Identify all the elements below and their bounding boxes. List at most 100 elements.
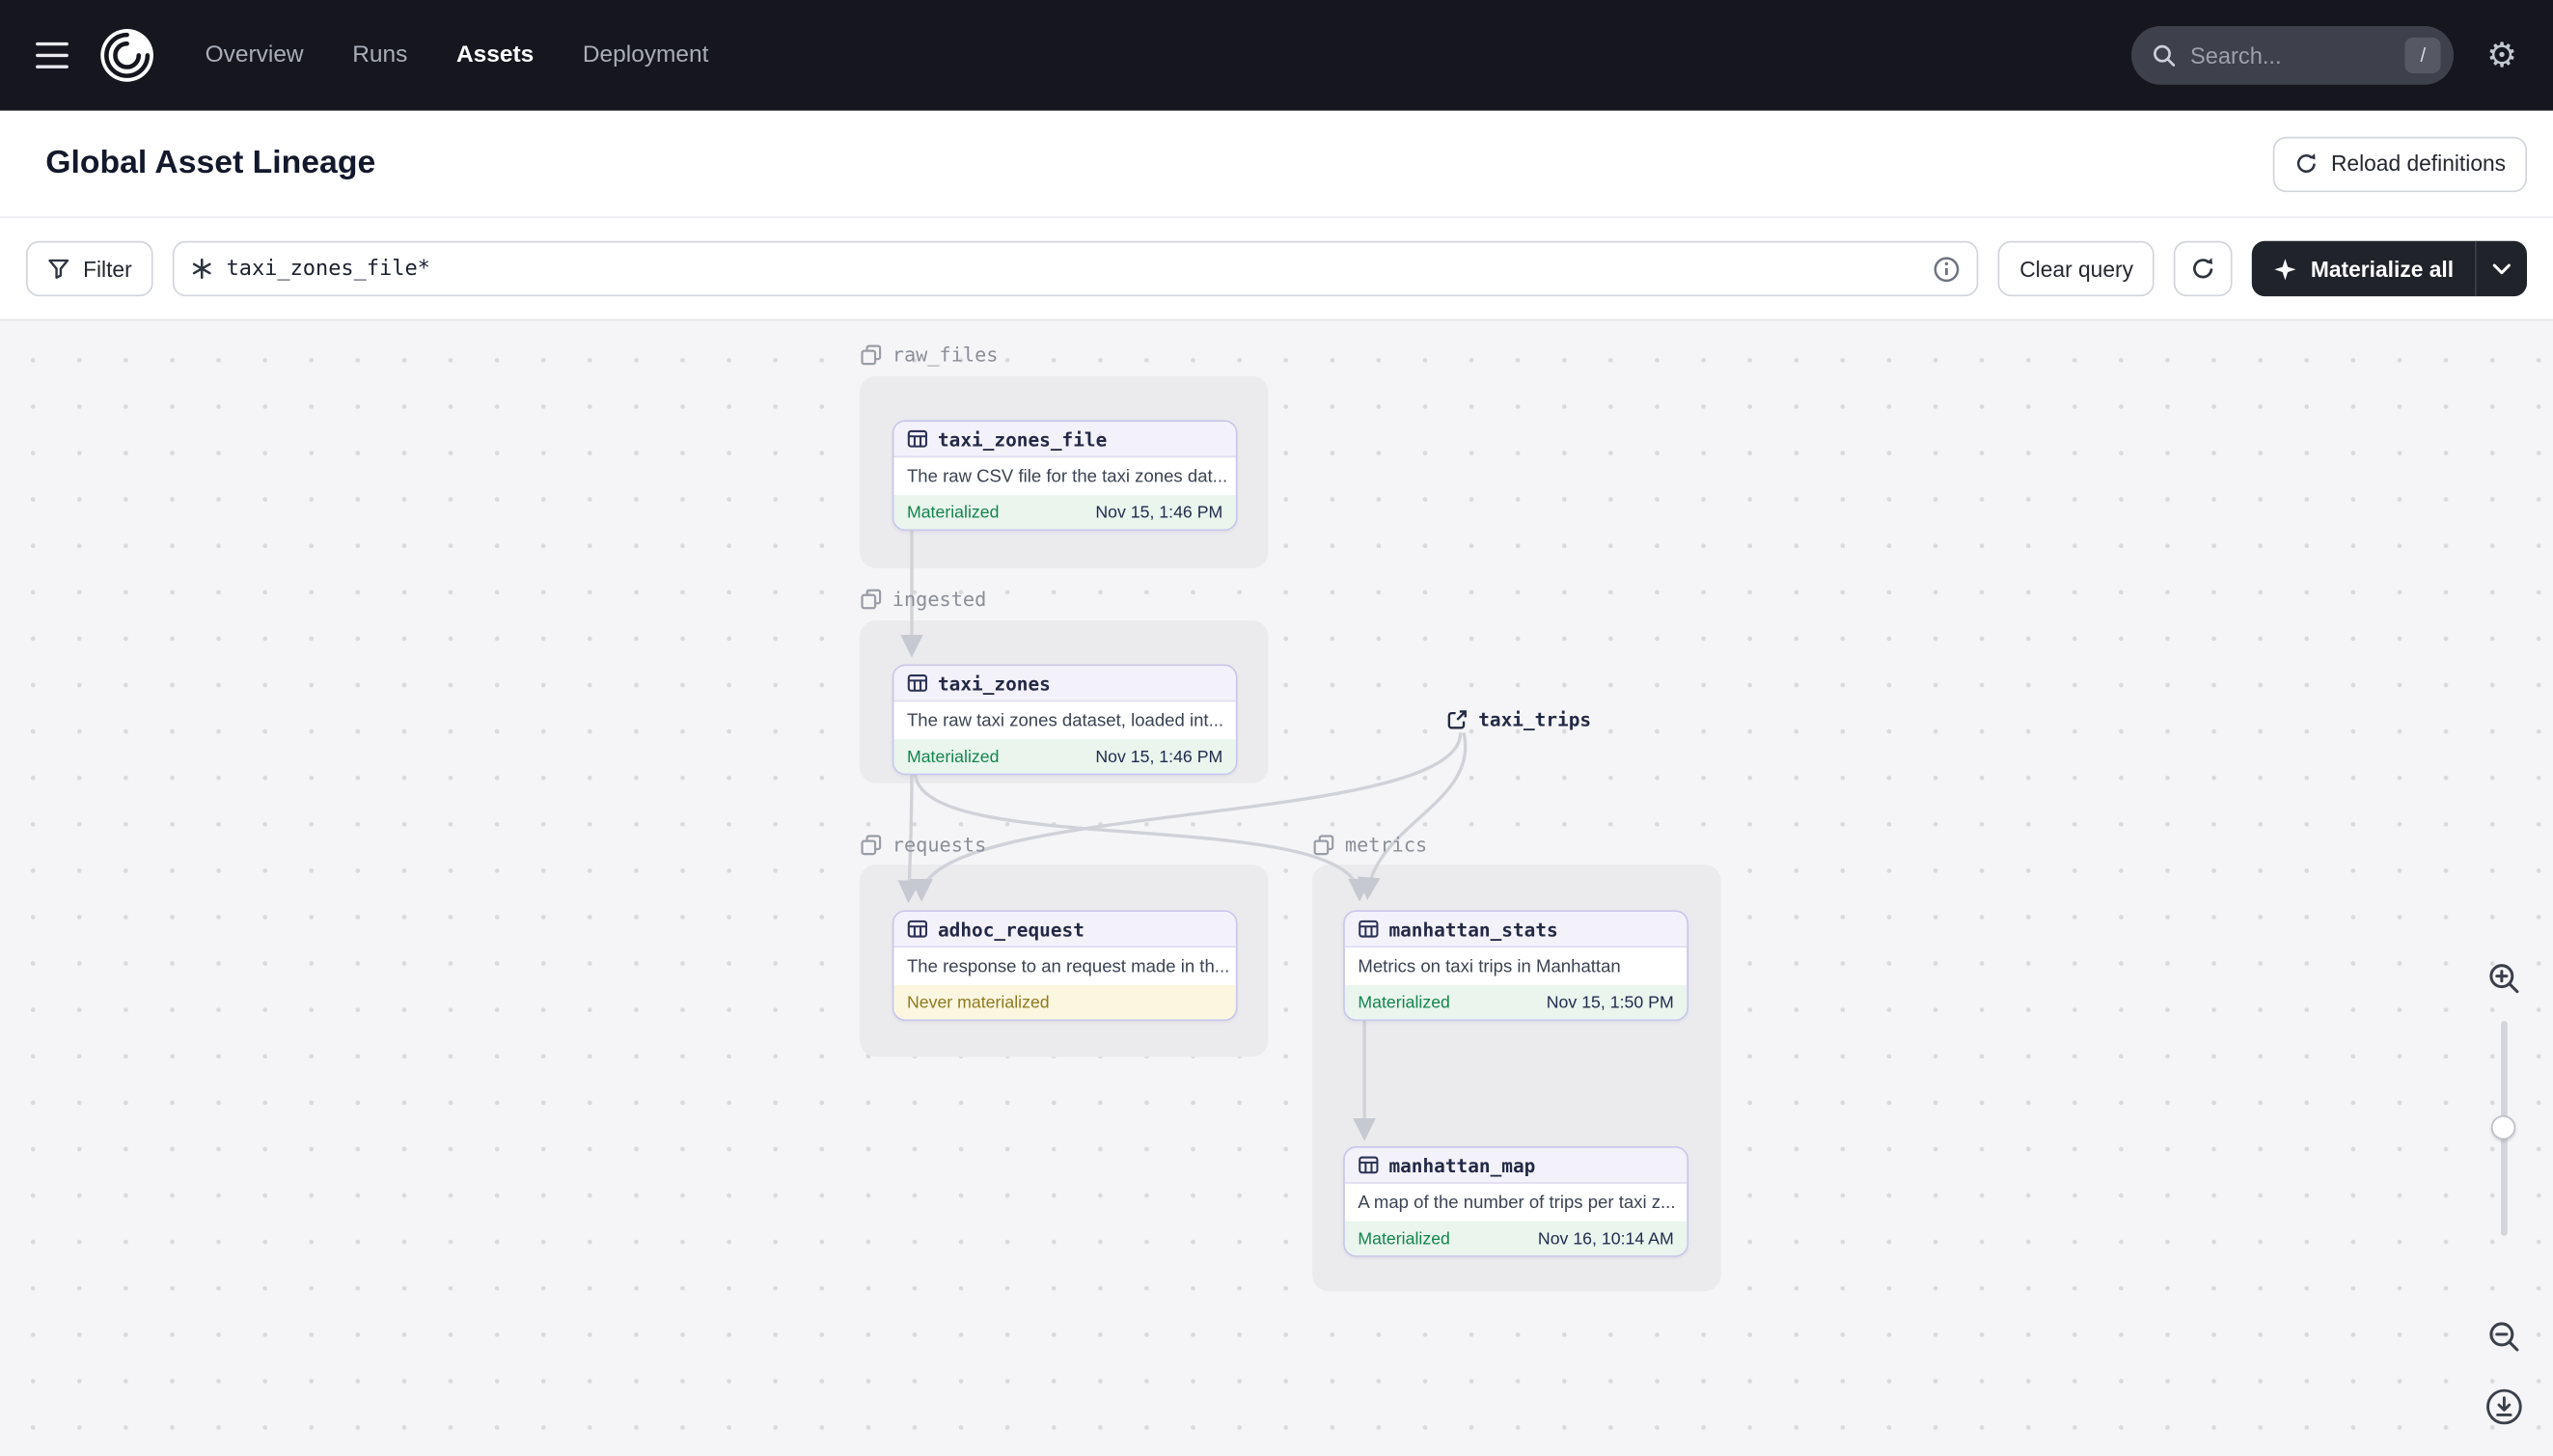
refresh-button[interactable] — [2174, 240, 2233, 297]
navbar-right: / ⚙ — [2131, 26, 2517, 85]
table-icon — [1359, 1156, 1379, 1174]
group-label-requests[interactable]: requests — [860, 832, 986, 858]
asset-node-adhoc_request[interactable]: adhoc_request The response to an request… — [892, 910, 1238, 1022]
search-input[interactable] — [2189, 41, 2393, 69]
reload-icon — [2296, 153, 2316, 173]
group-icon — [1313, 835, 1334, 856]
refresh-icon — [2193, 258, 2213, 279]
asset-description: The response to an request made in th... — [906, 956, 1230, 976]
asset-name: manhattan_map — [1388, 1153, 1536, 1177]
asset-node-header: taxi_zones — [893, 666, 1236, 702]
table-icon — [1359, 920, 1379, 938]
asset-status: Materialized — [906, 746, 1000, 766]
asset-node-taxi_zones[interactable]: taxi_zones The raw taxi zones dataset, l… — [892, 664, 1238, 776]
asset-status-row: Materialized Nov 15, 1:46 PM — [893, 495, 1236, 530]
lineage-canvas[interactable]: raw_files ingested requests metrics taxi… — [0, 318, 2553, 1456]
export-button[interactable] — [2483, 1386, 2525, 1428]
dagster-logo-icon — [100, 29, 153, 82]
reload-definitions-button[interactable]: Reload definitions — [2272, 135, 2527, 192]
dagster-logo[interactable] — [97, 26, 156, 85]
nav-overview[interactable]: Overview — [206, 42, 304, 69]
nav-links: Overview Runs Assets Deployment — [206, 42, 709, 69]
table-icon — [907, 920, 928, 938]
asset-node-manhattan_map[interactable]: manhattan_map A map of the number of tri… — [1343, 1146, 1688, 1257]
group-icon — [861, 835, 882, 856]
asset-timestamp: Nov 16, 10:14 AM — [1537, 1228, 1674, 1249]
asset-name: taxi_zones_file — [938, 426, 1108, 451]
asset-status: Materialized — [1358, 1228, 1450, 1249]
asset-node-header: manhattan_map — [1344, 1147, 1688, 1184]
search-shortcut-badge: / — [2404, 37, 2441, 73]
asset-description: The raw taxi zones dataset, loaded int..… — [906, 710, 1224, 730]
group-name: metrics — [1344, 834, 1428, 857]
zoom-in-icon — [2489, 964, 2519, 994]
materialize-dropdown-toggle[interactable] — [2477, 241, 2527, 296]
group-name: requests — [892, 834, 987, 857]
asset-node-manhattan_stats[interactable]: manhattan_stats Metrics on taxi trips in… — [1343, 910, 1688, 1022]
external-link-icon — [1447, 710, 1467, 729]
asset-node-header: adhoc_request — [893, 912, 1236, 948]
asset-timestamp: Nov 15, 1:46 PM — [1095, 502, 1223, 522]
group-icon — [861, 344, 882, 366]
lineage-edges — [897, 527, 1468, 1141]
asset-status: Materialized — [906, 502, 1000, 522]
asset-node-header: manhattan_stats — [1344, 912, 1688, 948]
info-icon[interactable] — [1934, 255, 1962, 283]
materialize-all-label: Materialize all — [2310, 256, 2455, 282]
zoom-slider-thumb[interactable] — [2490, 1114, 2516, 1140]
asset-query-bar — [172, 240, 1980, 297]
settings-icon[interactable]: ⚙ — [2486, 38, 2517, 72]
asset-status-row: Never materialized — [893, 984, 1236, 1020]
filter-button[interactable]: Filter — [26, 240, 153, 297]
asset-name: manhattan_stats — [1388, 917, 1558, 941]
download-icon — [2486, 1388, 2522, 1425]
group-name: ingested — [892, 588, 987, 611]
zoom-slider[interactable] — [2490, 1021, 2517, 1236]
group-name: raw_files — [892, 343, 999, 367]
materialize-all-main[interactable]: Materialize all — [2252, 241, 2475, 296]
chevron-down-icon — [2492, 262, 2511, 274]
clear-query-label: Clear query — [2019, 256, 2133, 282]
group-label-metrics[interactable]: metrics — [1312, 832, 1427, 858]
group-label-ingested[interactable]: ingested — [860, 587, 986, 613]
nav-assets[interactable]: Assets — [456, 42, 534, 69]
op-selector-icon — [192, 258, 211, 279]
asset-name: taxi_zones — [938, 672, 1051, 695]
nav-deployment[interactable]: Deployment — [583, 42, 709, 69]
clear-query-button[interactable]: Clear query — [1998, 240, 2155, 297]
asset-status-row: Materialized Nov 16, 10:14 AM — [1344, 1221, 1688, 1256]
asset-timestamp: Nov 15, 1:50 PM — [1546, 992, 1674, 1012]
zoom-out-button[interactable] — [2484, 1317, 2524, 1357]
top-navbar: Overview Runs Assets Deployment / ⚙ — [0, 0, 2553, 111]
menu-icon[interactable] — [36, 36, 75, 75]
zoom-in-button[interactable] — [2484, 959, 2524, 999]
asset-node-header: taxi_zones_file — [893, 422, 1236, 458]
page-title: Global Asset Lineage — [45, 145, 376, 181]
group-label-raw_files[interactable]: raw_files — [860, 342, 998, 368]
filter-icon — [48, 259, 69, 279]
asset-query-input[interactable] — [226, 256, 1921, 282]
table-icon — [907, 429, 928, 448]
asset-node-taxi_zones_file[interactable]: taxi_zones_file The raw CSV file for the… — [892, 420, 1238, 532]
nav-runs[interactable]: Runs — [352, 42, 407, 69]
page-header: Global Asset Lineage Reload definitions — [0, 110, 2553, 219]
external-asset-taxi_trips[interactable]: taxi_trips — [1446, 705, 1592, 734]
asset-timestamp: Nov 15, 1:46 PM — [1095, 746, 1223, 766]
asset-status: Never materialized — [906, 992, 1050, 1012]
asset-description: The raw CSV file for the taxi zones dat.… — [906, 466, 1228, 486]
asset-status: Materialized — [1358, 992, 1450, 1012]
search-icon — [2154, 44, 2176, 67]
search-box[interactable]: / — [2131, 26, 2455, 85]
asset-description: A map of the number of trips per taxi z.… — [1358, 1193, 1676, 1213]
materialize-all-button[interactable]: Materialize all — [2252, 240, 2527, 297]
sparkle-icon — [2274, 258, 2296, 280]
asset-name: adhoc_request — [938, 917, 1084, 941]
filter-label: Filter — [83, 256, 132, 282]
table-icon — [907, 674, 928, 692]
zoom-out-icon — [2489, 1322, 2519, 1352]
app-root: Overview Runs Assets Deployment / ⚙ Glob… — [0, 0, 2553, 1456]
group-icon — [861, 589, 882, 610]
reload-definitions-label: Reload definitions — [2330, 151, 2507, 177]
external-asset-name: taxi_trips — [1478, 708, 1592, 731]
asset-status-row: Materialized Nov 15, 1:46 PM — [893, 739, 1236, 774]
